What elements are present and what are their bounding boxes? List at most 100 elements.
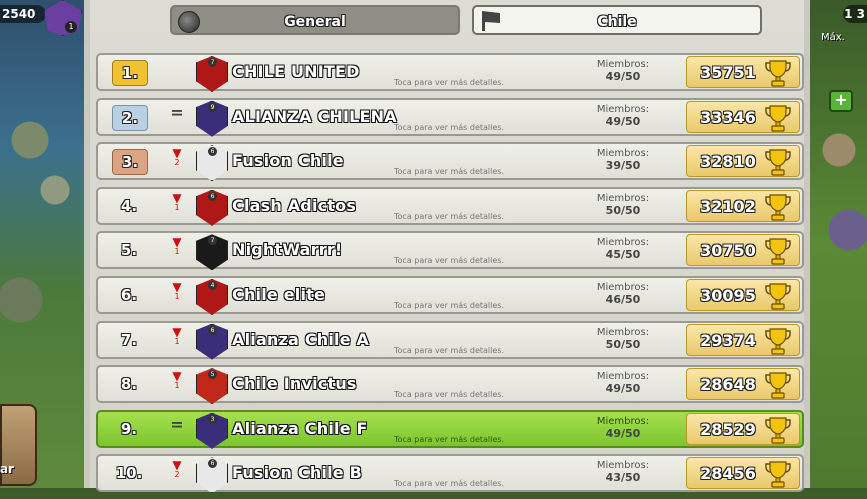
clan-detail-hint: Toca para ver más detalles. — [394, 78, 504, 87]
clan-trophies: 35751 — [686, 56, 800, 88]
trophy-value: 35751 — [700, 63, 756, 82]
clan-members: Miembros: 49/50 — [588, 416, 658, 440]
clan-name: Chile Invictus — [232, 374, 357, 394]
clan-rank: 8. — [120, 375, 138, 394]
rank-down-icon: ▼ 1 — [170, 190, 184, 213]
hud-right-max-label: Máx. — [821, 32, 845, 43]
clan-row[interactable]: 6. ▼ 1 4 Chile elite Toca para ver más detall… — [96, 275, 804, 315]
clan-name: Alianza Chile F — [232, 418, 368, 438]
trophy-value: 33346 — [700, 107, 756, 127]
clan-badge-icon: 6 — [196, 323, 228, 360]
trophy-icon — [765, 371, 791, 399]
members-value: 50/50 — [605, 203, 641, 217]
members-label: Miembros: — [596, 103, 650, 115]
rank-down-icon: ▼ 1 — [170, 279, 184, 302]
clan-members: Miembros: 49/50 — [588, 104, 658, 128]
clan-level: 6 — [208, 325, 217, 335]
members-value: 45/50 — [605, 248, 641, 262]
clan-name: Clash Adictos — [232, 195, 357, 215]
trophy-icon — [765, 416, 791, 444]
clan-rank: 3. — [112, 149, 148, 176]
clan-badge-icon: 6 — [196, 145, 228, 182]
clan-row[interactable]: 3. ▼ 2 6 Fusion Chile Toca para ver más detal… — [96, 142, 804, 182]
clan-name: ALIANZA CHILENA — [232, 106, 397, 126]
clan-rank: 9. — [120, 419, 138, 438]
members-value: 46/50 — [605, 292, 641, 306]
clan-rank: 1. — [112, 60, 148, 86]
rank-down-icon: ▼ 1 — [170, 324, 184, 347]
trophy-icon — [765, 327, 791, 355]
clan-detail-hint: Toca para ver más detalles. — [394, 390, 504, 400]
clan-row[interactable]: 8. ▼ 1 5 Chile Invictus Toca para ver más det… — [96, 365, 804, 405]
clan-row[interactable]: 1. 7 CHILE UNITED Toca para ver más detalle… — [96, 53, 804, 92]
clan-level: 6 — [208, 191, 217, 201]
clan-row[interactable]: 10. ▼ 2 6 Fusion Chile B Toca para ver más de… — [96, 454, 804, 494]
clan-row[interactable]: 4. ▼ 1 6 Clash Adictos Toca para ver más deta… — [96, 186, 804, 226]
clan-badge-icon: 5 — [196, 368, 228, 405]
background-right-scene — [809, 0, 867, 488]
clan-badge-icon: 7 — [196, 234, 228, 271]
clan-level: 7 — [208, 236, 217, 246]
clan-row[interactable]: 5. ▼ 1 7 NightWarrr! Toca para ver más detall… — [96, 231, 804, 271]
clan-detail-hint: Toca para ver más detalles. — [394, 167, 504, 177]
tab-general[interactable]: General — [170, 5, 460, 35]
members-value: 49/50 — [605, 382, 641, 396]
trophy-value: 28456 — [700, 464, 756, 484]
clan-name: Alianza Chile A — [232, 329, 370, 349]
tab-general-label: General — [284, 14, 346, 30]
clan-name: Chile elite — [232, 284, 326, 304]
rank-down-arrow: ▼ — [172, 146, 182, 161]
clan-badge-icon: 9 — [196, 100, 228, 137]
clan-trophies: 28648 — [686, 368, 800, 401]
clan-members: Miembros: 49/50 — [588, 371, 658, 395]
trophy-icon — [765, 460, 791, 488]
clan-level: 9 — [208, 102, 217, 112]
tab-chile[interactable]: Chile — [472, 5, 762, 35]
clan-name: Fusion Chile B — [232, 463, 363, 483]
clan-level: 6 — [208, 459, 217, 469]
clan-badge-icon: 6 — [196, 189, 228, 226]
clan-trophies: 28456 — [686, 457, 800, 490]
clan-row[interactable]: 2. = 9 ALIANZA CHILENA Toca para ver más det… — [96, 97, 804, 137]
trophy-value: 30095 — [700, 285, 756, 305]
clan-trophies: 32102 — [686, 189, 800, 222]
clan-trophies: 30750 — [686, 234, 800, 267]
clan-members: Miembros: 49/50 — [588, 59, 658, 83]
rank-down-arrow: ▼ — [172, 458, 182, 473]
tab-chile-label: Chile — [597, 14, 637, 30]
trophy-icon — [765, 148, 791, 176]
members-value: 49/50 — [605, 114, 641, 128]
trophy-icon — [765, 193, 791, 221]
hud-right-counter: 1 3 — [843, 5, 867, 23]
rank-down-arrow: ▼ — [172, 279, 182, 294]
clan-badge-icon: 4 — [196, 278, 228, 315]
clan-row[interactable]: 7. ▼ 1 6 Alianza Chile A Toca para ver más de… — [96, 320, 804, 360]
rank-unchanged-icon: = — [170, 414, 184, 434]
clan-members: Miembros: 46/50 — [588, 282, 658, 306]
clan-detail-hint: Toca para ver más detalles. — [394, 345, 504, 355]
members-value: 43/50 — [605, 471, 641, 485]
clan-rank: 4. — [120, 196, 138, 215]
clan-detail-hint: Toca para ver más detalles. — [394, 256, 504, 266]
clan-level: 7 — [208, 58, 217, 67]
clan-rank: 2. — [112, 104, 148, 131]
leaderboard-panel: General Chile 1. 7 CHILE UNITED Toca para v… — [84, 0, 810, 494]
flag-icon — [482, 11, 500, 31]
clan-trophies: 28529 — [686, 412, 800, 445]
rank-down-icon: ▼ 1 — [170, 370, 184, 391]
rank-down-icon: ▼ 2 — [170, 458, 184, 480]
clan-rank: 6. — [120, 285, 138, 304]
rank-down-arrow: ▼ — [172, 190, 182, 205]
members-value: 50/50 — [605, 337, 641, 351]
rank-down-arrow: ▼ — [172, 324, 182, 339]
clan-detail-hint: Toca para ver más detalles. — [394, 122, 504, 132]
hud-add-button[interactable]: + — [829, 90, 853, 112]
clan-row[interactable]: 9. = 3 Alianza Chile F Toca para ver más det… — [96, 409, 804, 449]
members-label: Miembros: — [596, 326, 650, 338]
clan-members: Miembros: 50/50 — [588, 193, 658, 217]
trophy-value: 29374 — [700, 330, 756, 350]
clan-members: Miembros: 50/50 — [588, 327, 658, 351]
trophy-value: 32810 — [700, 152, 756, 172]
hud-trophy-score: 2540 — [0, 5, 46, 23]
trophy-icon — [765, 282, 791, 310]
